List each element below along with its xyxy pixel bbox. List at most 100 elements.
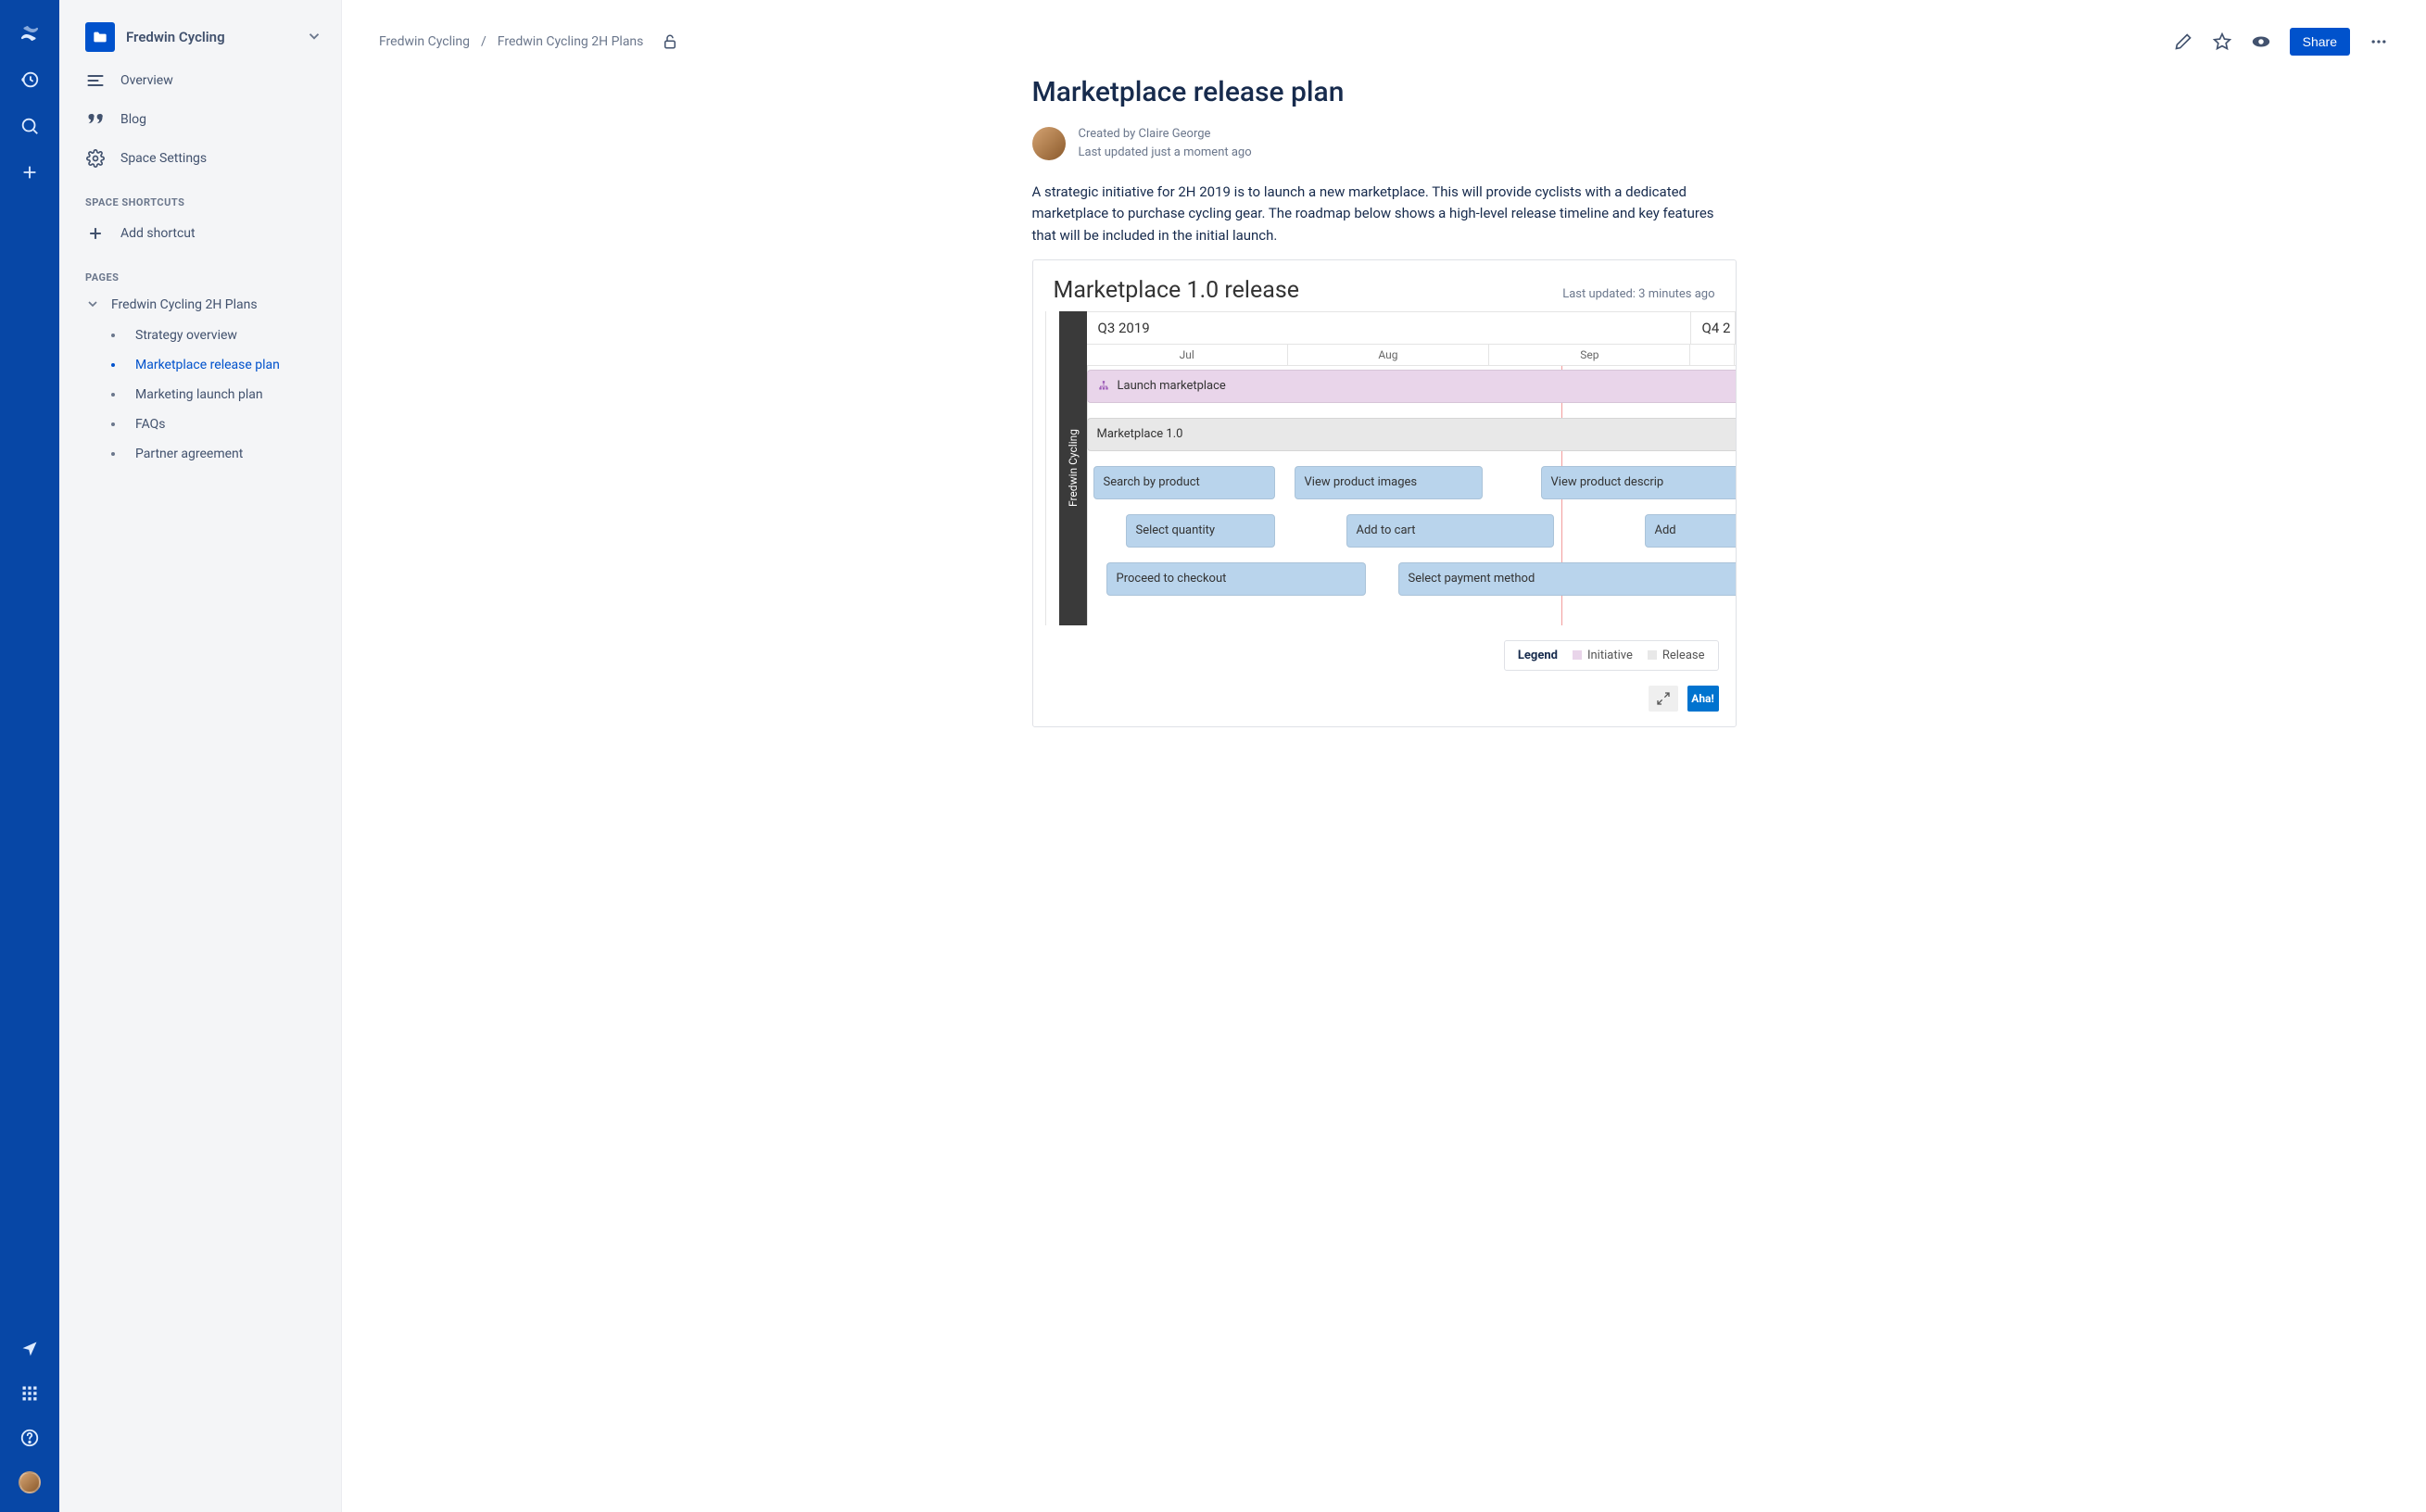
expand-icon[interactable] <box>1649 686 1678 712</box>
topbar: Fredwin Cycling / Fredwin Cycling 2H Pla… <box>379 0 2389 65</box>
nav-label: Space Settings <box>120 151 207 166</box>
global-rail <box>0 0 59 1512</box>
bar-label: Launch marketplace <box>1118 379 1226 393</box>
bar-initiative[interactable]: Launch marketplace <box>1087 370 1736 403</box>
bar-feature[interactable]: Add to cart <box>1346 514 1554 548</box>
space-header[interactable]: Fredwin Cycling <box>59 17 341 61</box>
last-updated: Last updated just a moment ago <box>1079 144 1252 162</box>
bar-feature[interactable]: View product images <box>1295 466 1483 499</box>
recent-icon[interactable] <box>19 69 41 91</box>
bar-label: Proceed to checkout <box>1117 572 1227 586</box>
created-by: Created by Claire George <box>1079 125 1252 144</box>
breadcrumb-link[interactable]: Fredwin Cycling 2H Plans <box>498 34 644 49</box>
bar-label: View product images <box>1305 475 1418 489</box>
tree-label: Fredwin Cycling 2H Plans <box>111 297 258 312</box>
intro-paragraph: A strategic initiative for 2H 2019 is to… <box>1032 182 1737 246</box>
add-shortcut[interactable]: Add shortcut <box>59 214 341 253</box>
bar-label: Marketplace 1.0 <box>1097 427 1183 441</box>
tree-label: Marketplace release plan <box>135 358 280 372</box>
bar-feature[interactable]: View product descrip <box>1541 466 1736 499</box>
bar-release[interactable]: Marketplace 1.0 <box>1087 418 1736 451</box>
bar-label: Add to cart <box>1357 523 1416 537</box>
section-shortcuts-label: SPACE SHORTCUTS <box>59 178 341 214</box>
bar-feature[interactable]: Search by product <box>1093 466 1275 499</box>
bar-feature[interactable]: Add <box>1645 514 1736 548</box>
tree-child[interactable]: FAQs <box>59 410 341 439</box>
legend-title: Legend <box>1518 649 1558 662</box>
bar-label: Select payment method <box>1409 572 1535 586</box>
notifications-icon[interactable] <box>19 1338 41 1360</box>
unlock-icon[interactable] <box>660 32 680 52</box>
create-icon[interactable] <box>19 161 41 183</box>
space-icon <box>85 22 115 52</box>
bar-label: Select quantity <box>1136 523 1216 537</box>
watch-icon[interactable] <box>2251 32 2271 52</box>
tree-label: Marketing launch plan <box>135 387 263 402</box>
timeline-gutter <box>1033 311 1046 625</box>
embed-title: Marketplace 1.0 release <box>1054 277 1563 304</box>
byline: Created by Claire George Last updated ju… <box>1032 125 1737 161</box>
nav-overview[interactable]: Overview <box>59 61 341 100</box>
bar-feature[interactable]: Select quantity <box>1126 514 1275 548</box>
help-icon[interactable] <box>19 1427 41 1449</box>
bar-label: View product descrip <box>1551 475 1664 489</box>
roadmap-embed: Marketplace 1.0 release Last updated: 3 … <box>1032 259 1737 727</box>
legend-initiative: Initiative <box>1587 649 1633 662</box>
search-icon[interactable] <box>19 115 41 137</box>
space-title: Fredwin Cycling <box>126 29 295 45</box>
month-blank <box>1690 345 1735 365</box>
author-avatar[interactable] <box>1032 127 1066 160</box>
month-sep: Sep <box>1489 345 1690 365</box>
nav-blog[interactable]: Blog <box>59 100 341 139</box>
nav-settings[interactable]: Space Settings <box>59 139 341 178</box>
swatch-initiative <box>1573 650 1582 660</box>
embed-updated: Last updated: 3 minutes ago <box>1562 287 1714 301</box>
user-avatar[interactable] <box>19 1471 41 1493</box>
breadcrumb-separator: / <box>481 34 486 49</box>
tree-label: FAQs <box>135 417 166 432</box>
legend-release: Release <box>1662 649 1705 662</box>
swatch-release <box>1648 650 1657 660</box>
tree-label: Strategy overview <box>135 328 237 343</box>
quarter-q3: Q3 2019 <box>1087 312 1691 344</box>
nav-label: Blog <box>120 112 146 127</box>
star-icon[interactable] <box>2212 32 2232 52</box>
breadcrumb: Fredwin Cycling / Fredwin Cycling 2H Pla… <box>379 32 680 52</box>
chevron-down-icon <box>85 296 102 313</box>
chevron-down-icon[interactable] <box>306 28 324 46</box>
bar-label: Add <box>1655 523 1676 537</box>
app-switcher-icon[interactable] <box>19 1382 41 1405</box>
tree-child[interactable]: Marketing launch plan <box>59 380 341 410</box>
blog-icon <box>85 109 106 130</box>
topbar-actions: Share <box>2173 28 2389 56</box>
section-pages-label: PAGES <box>59 253 341 289</box>
nav-label: Overview <box>120 73 173 88</box>
edit-icon[interactable] <box>2173 32 2193 52</box>
space-sidebar: Fredwin Cycling Overview Blog Space Sett… <box>59 0 342 1512</box>
bar-feature[interactable]: Select payment method <box>1398 562 1736 596</box>
page-title: Marketplace release plan <box>1032 76 1737 108</box>
breadcrumb-link[interactable]: Fredwin Cycling <box>379 34 470 49</box>
tree-child[interactable]: Strategy overview <box>59 321 341 350</box>
confluence-logo-icon[interactable] <box>19 22 41 44</box>
month-jul: Jul <box>1087 345 1288 365</box>
more-icon[interactable] <box>2369 32 2389 52</box>
nav-label: Add shortcut <box>120 226 196 241</box>
quarter-q4: Q4 2 <box>1691 312 1736 344</box>
timeline-body[interactable]: Q3 2019 Q4 2 Jul Aug Sep <box>1087 311 1736 625</box>
gear-icon <box>85 148 106 169</box>
bar-feature[interactable]: Proceed to checkout <box>1106 562 1366 596</box>
tree-label: Partner agreement <box>135 447 243 461</box>
legend: Legend Initiative Release <box>1504 640 1719 671</box>
timeline-side-label: Fredwin Cycling <box>1059 311 1087 625</box>
aha-logo[interactable]: Aha! <box>1687 686 1719 712</box>
month-aug: Aug <box>1288 345 1489 365</box>
tree-child[interactable]: Partner agreement <box>59 439 341 469</box>
row-border <box>1087 366 1088 625</box>
share-button[interactable]: Share <box>2290 28 2350 56</box>
overview-icon <box>85 70 106 91</box>
tree-child-active[interactable]: Marketplace release plan <box>59 350 341 380</box>
main-content: Fredwin Cycling / Fredwin Cycling 2H Pla… <box>342 0 2426 1512</box>
tree-root[interactable]: Fredwin Cycling 2H Plans <box>59 289 341 321</box>
bar-label: Search by product <box>1104 475 1200 489</box>
